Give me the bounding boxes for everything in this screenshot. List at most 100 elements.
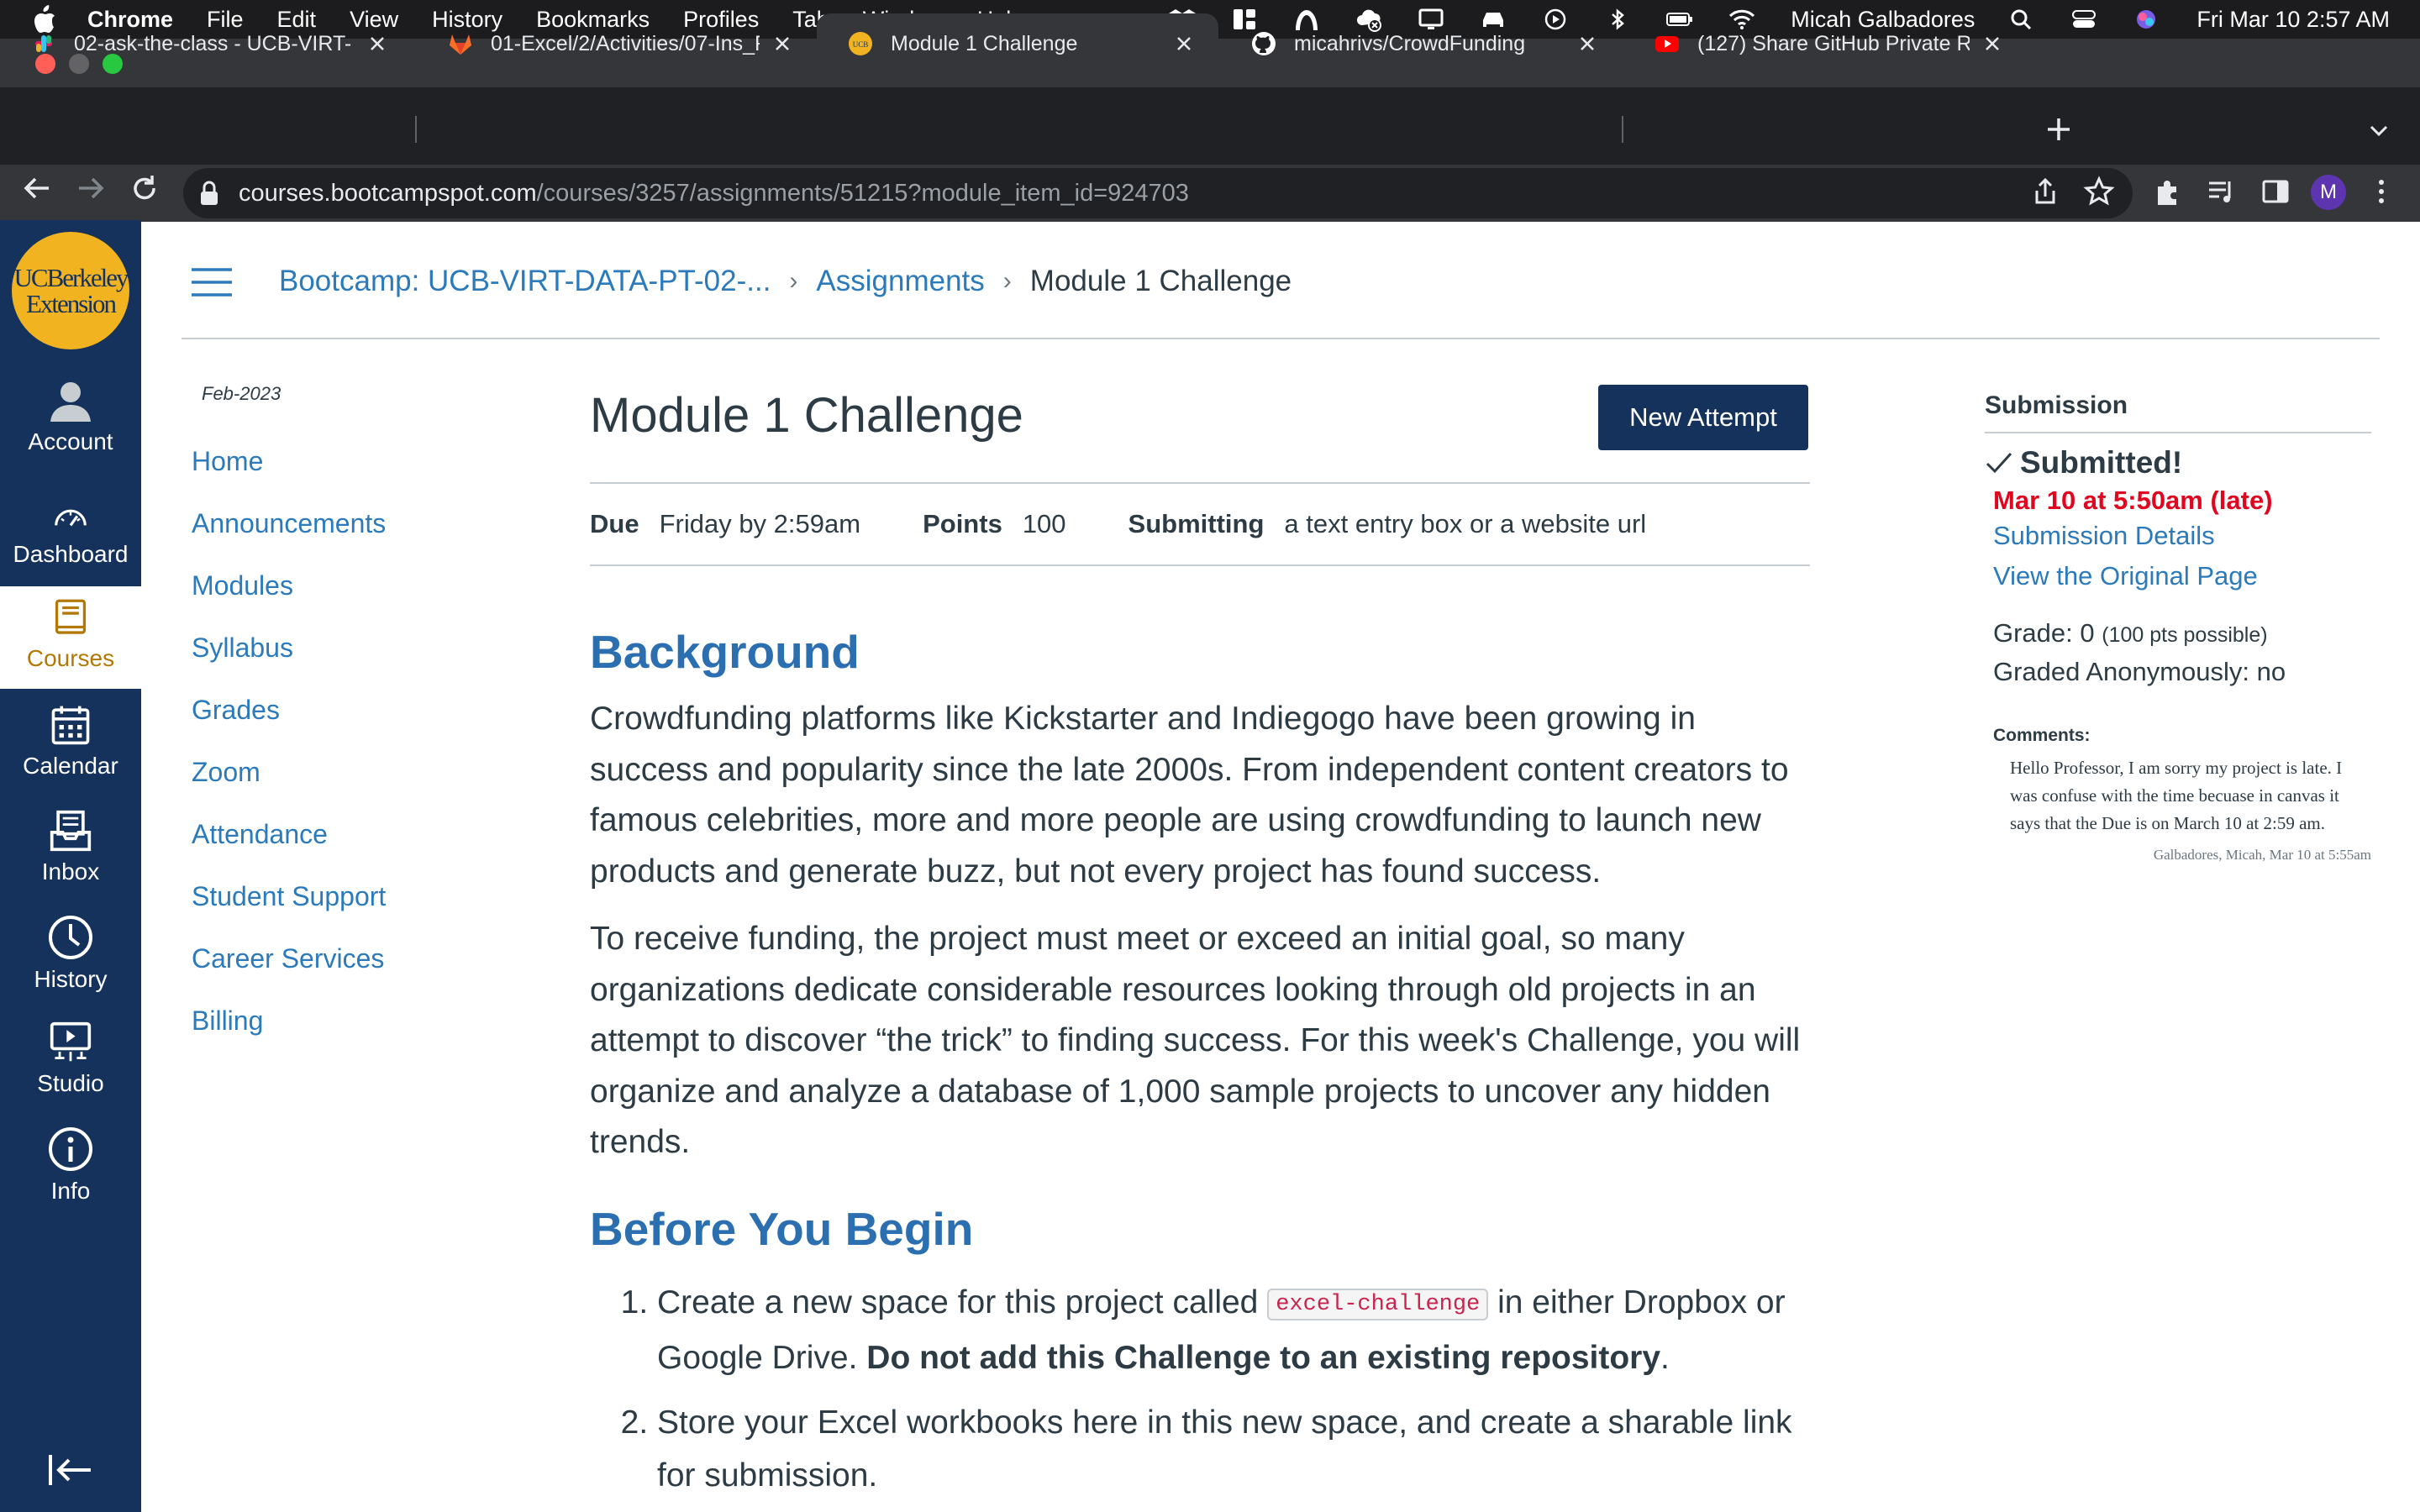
info-icon	[49, 1127, 92, 1171]
global-nav-dashboard[interactable]: Dashboard	[0, 499, 141, 583]
tab-slack[interactable]: 02-ask-the-class - UCB-VIRT-	[0, 13, 412, 74]
course-term: Feb-2023	[202, 383, 281, 404]
global-nav-label: Info	[50, 1178, 91, 1204]
step-1-text: Create a new space for this project call…	[657, 1284, 1268, 1320]
submission-heading: Submission	[1985, 391, 2371, 433]
checkmark-icon	[1986, 452, 2012, 474]
list-item: Store your Excel workbooks here in this …	[657, 1396, 1810, 1502]
close-icon[interactable]	[1981, 33, 2003, 55]
course-nav-student-support[interactable]: Student Support	[192, 865, 494, 927]
global-nav-account[interactable]: Account	[0, 376, 141, 477]
collapse-nav-icon[interactable]	[47, 1452, 94, 1488]
global-nav-courses[interactable]: Courses	[0, 586, 141, 689]
bookmark-star-icon[interactable]	[2082, 175, 2116, 208]
new-tab-icon[interactable]	[2044, 114, 2074, 144]
reload-icon[interactable]	[128, 171, 161, 205]
inbox-icon	[50, 810, 92, 852]
lock-icon[interactable]	[197, 180, 222, 207]
more-menu-icon[interactable]	[2368, 175, 2395, 208]
new-attempt-button[interactable]: New Attempt	[1598, 385, 1808, 450]
siri-icon[interactable]	[2131, 7, 2161, 32]
courses-icon	[55, 599, 87, 634]
points-label: Points	[923, 509, 1002, 538]
close-icon[interactable]	[366, 33, 388, 55]
tab-youtube[interactable]: (127) Share GitHub Private Rep	[1623, 13, 2027, 74]
breadcrumb: Bootcamp: UCB-VIRT-DATA-PT-02-... › Assi…	[279, 260, 1292, 302]
share-icon[interactable]	[2028, 175, 2062, 208]
global-nav-info[interactable]: Info	[0, 1126, 141, 1216]
url-text[interactable]: courses.bootcampspot.com/courses/3257/as…	[239, 173, 1189, 213]
submission-sidebar: Submission Submitted! Mar 10 at 5:50am (…	[1985, 391, 2371, 869]
course-nav-home[interactable]: Home	[192, 430, 494, 492]
control-center-icon[interactable]	[2069, 7, 2099, 32]
grade: Grade: 0 (100 pts possible)	[1993, 618, 2371, 648]
global-nav-history[interactable]: History	[0, 914, 141, 1005]
before-you-begin-heading: Before You Begin	[590, 1202, 974, 1255]
breadcrumb-current: Module 1 Challenge	[1029, 265, 1292, 297]
course-nav-announcements[interactable]: Announcements	[192, 492, 494, 554]
slack-icon	[35, 35, 52, 52]
course-nav-grades[interactable]: Grades	[192, 679, 494, 741]
due-value: Friday by 2:59am	[659, 509, 861, 538]
comment-text: Hello Professor, I am sorry my project i…	[2010, 758, 2343, 833]
media-controls-icon[interactable]	[2205, 175, 2238, 208]
course-nav-billing[interactable]: Billing	[192, 990, 494, 1052]
setup-steps-list: Create a new space for this project call…	[590, 1276, 1810, 1502]
comment-meta: Galbadores, Micah, Mar 10 at 5:55am	[2153, 847, 2371, 863]
svg-text:UCB: UCB	[853, 40, 869, 49]
submission-details-link[interactable]: Submission Details	[1993, 516, 2371, 556]
logo-line-1: UCBerkeley	[13, 263, 129, 292]
global-nav-label: Studio	[37, 1070, 104, 1096]
tab-title: Module 1 Challenge	[891, 31, 1078, 55]
dashboard-icon	[55, 509, 87, 527]
close-icon[interactable]	[1576, 33, 1598, 55]
tab-github[interactable]: micahrivs/CrowdFunding	[1220, 13, 1622, 74]
step-1-warning: Do not add this Challenge to an existing…	[866, 1339, 1661, 1376]
tab-module-1-challenge[interactable]: UCB Module 1 Challenge	[817, 13, 1218, 74]
course-nav-career-services[interactable]: Career Services	[192, 927, 494, 990]
submission-status-text: Submitted!	[2020, 445, 2183, 480]
course-nav-syllabus[interactable]: Syllabus	[192, 617, 494, 679]
course-nav-zoom[interactable]: Zoom	[192, 741, 494, 803]
tab-separator	[415, 116, 417, 143]
menu-bar-clock[interactable]: Fri Mar 10 2:57 AM	[2196, 7, 2390, 33]
global-nav-studio[interactable]: Studio	[0, 1020, 141, 1110]
view-original-page-link[interactable]: View the Original Page	[1993, 556, 2371, 596]
course-nav-attendance[interactable]: Attendance	[192, 803, 494, 865]
course-menu-hamburger-icon[interactable]	[190, 267, 234, 297]
header-divider	[182, 338, 2380, 339]
global-nav-calendar[interactable]: Calendar	[0, 702, 141, 793]
assignment-content: Module 1 Challenge New Attempt Due Frida…	[590, 370, 1810, 1512]
side-panel-icon[interactable]	[2259, 175, 2292, 208]
tab-title: micahrivs/CrowdFunding	[1294, 31, 1526, 55]
close-icon[interactable]	[771, 33, 793, 55]
url-path: /courses/3257/assignments/51215?module_i…	[536, 180, 1189, 207]
uc-berkeley-extension-logo[interactable]: UCBerkeley Extension	[12, 232, 129, 349]
submission-comment: Hello Professor, I am sorry my project i…	[2010, 754, 2371, 869]
submitting-value: a text entry box or a website url	[1284, 509, 1647, 538]
tab-search-chevron-icon[interactable]	[2366, 118, 2391, 143]
tab-separator	[1622, 116, 1623, 143]
logo-line-2: Extension	[26, 289, 117, 318]
gitlab-icon	[450, 34, 471, 55]
url-domain: courses.bootcampspot.com	[239, 180, 537, 207]
back-icon[interactable]	[20, 171, 54, 205]
forward-icon[interactable]	[74, 171, 108, 205]
profile-avatar[interactable]: M	[2311, 175, 2346, 210]
account-icon	[50, 382, 91, 422]
close-icon[interactable]	[1173, 33, 1195, 55]
course-nav-modules[interactable]: Modules	[192, 554, 494, 617]
grade-value: Grade: 0	[1993, 618, 2095, 648]
repo-name-code: excel-challenge	[1267, 1288, 1489, 1320]
graded-anonymously: Graded Anonymously: no	[1993, 657, 2286, 686]
breadcrumb-assignments-link[interactable]: Assignments	[816, 260, 984, 302]
global-nav-inbox[interactable]: Inbox	[0, 808, 141, 899]
list-item: Create a new space for this project call…	[657, 1276, 1810, 1384]
breadcrumb-course-link[interactable]: Bootcamp: UCB-VIRT-DATA-PT-02-...	[279, 260, 771, 302]
extensions-icon[interactable]	[2151, 175, 2185, 208]
global-nav-label: History	[34, 966, 108, 992]
tab-title: (127) Share GitHub Private Rep	[1697, 31, 1970, 55]
tab-gitlab[interactable]: 01-Excel/2/Activities/07-Ins_Fo	[417, 13, 817, 74]
points-value: 100	[1022, 509, 1066, 538]
studio-icon	[50, 1021, 92, 1062]
